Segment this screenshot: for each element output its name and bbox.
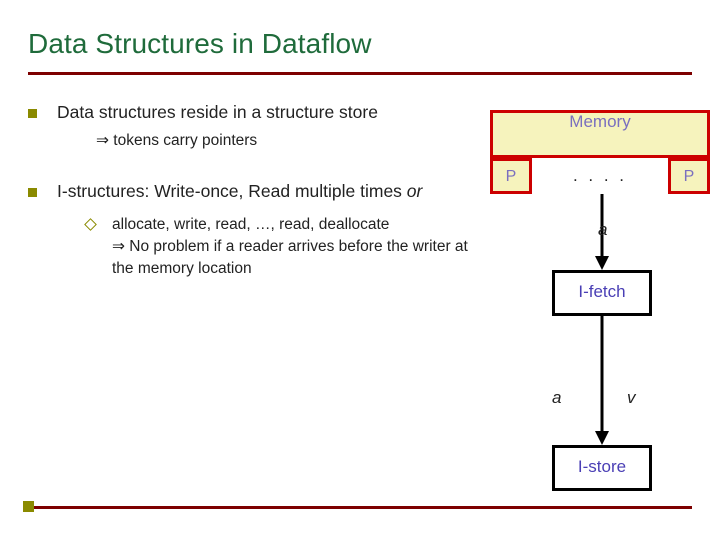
page-title: Data Structures in Dataflow bbox=[28, 28, 372, 59]
edge-label-v: v bbox=[627, 388, 636, 407]
bullet-item-2: I-structures: Write-once, Read multiple … bbox=[28, 179, 488, 204]
bullet-item-3-subtext: ⇒ No problem if a reader arrives before … bbox=[112, 238, 468, 277]
bullet-item-2-text: I-structures: Write-once, Read multiple … bbox=[57, 181, 407, 201]
processor-label-left: P bbox=[505, 168, 517, 185]
edge-label-a-top: a bbox=[598, 220, 608, 239]
title-divider bbox=[28, 72, 692, 75]
i-store-label: I-store bbox=[577, 457, 627, 476]
edge-label-a-bottom: a bbox=[552, 388, 562, 407]
bullet-item-2-label: I-structures: Write-once, Read multiple … bbox=[57, 179, 488, 204]
bullet-item-1-label: Data structures reside in a structure st… bbox=[57, 102, 378, 122]
dataflow-diagram: Memory P P . . . . a I-fetch a v I-store bbox=[490, 100, 712, 500]
bullet-item-3: allocate, write, read, …, read, dealloca… bbox=[84, 214, 488, 280]
bullet-item-3-label: allocate, write, read, …, read, dealloca… bbox=[112, 214, 488, 280]
bullet-item-2-emphasis: or bbox=[406, 181, 423, 201]
ellipsis-label: . . . . bbox=[572, 166, 628, 185]
slide: Data Structures in Dataflow Data structu… bbox=[0, 0, 720, 540]
bullet-item-1-sub: ⇒ tokens carry pointers bbox=[96, 132, 258, 149]
bottom-square-icon bbox=[23, 501, 34, 512]
bottom-divider bbox=[28, 506, 692, 509]
bullet-item-1: Data structures reside in a structure st… bbox=[28, 100, 488, 125]
bullet-square-icon bbox=[28, 109, 37, 118]
bullet-square-icon bbox=[28, 188, 37, 197]
bullet-diamond-icon bbox=[84, 218, 97, 231]
i-fetch-label: I-fetch bbox=[578, 282, 626, 301]
processor-label-right: P bbox=[683, 168, 695, 185]
bullet-list: Data structures reside in a structure st… bbox=[28, 100, 488, 280]
bullet-item-3-text: allocate, write, read, …, read, dealloca… bbox=[112, 216, 390, 233]
memory-label: Memory bbox=[569, 112, 631, 131]
